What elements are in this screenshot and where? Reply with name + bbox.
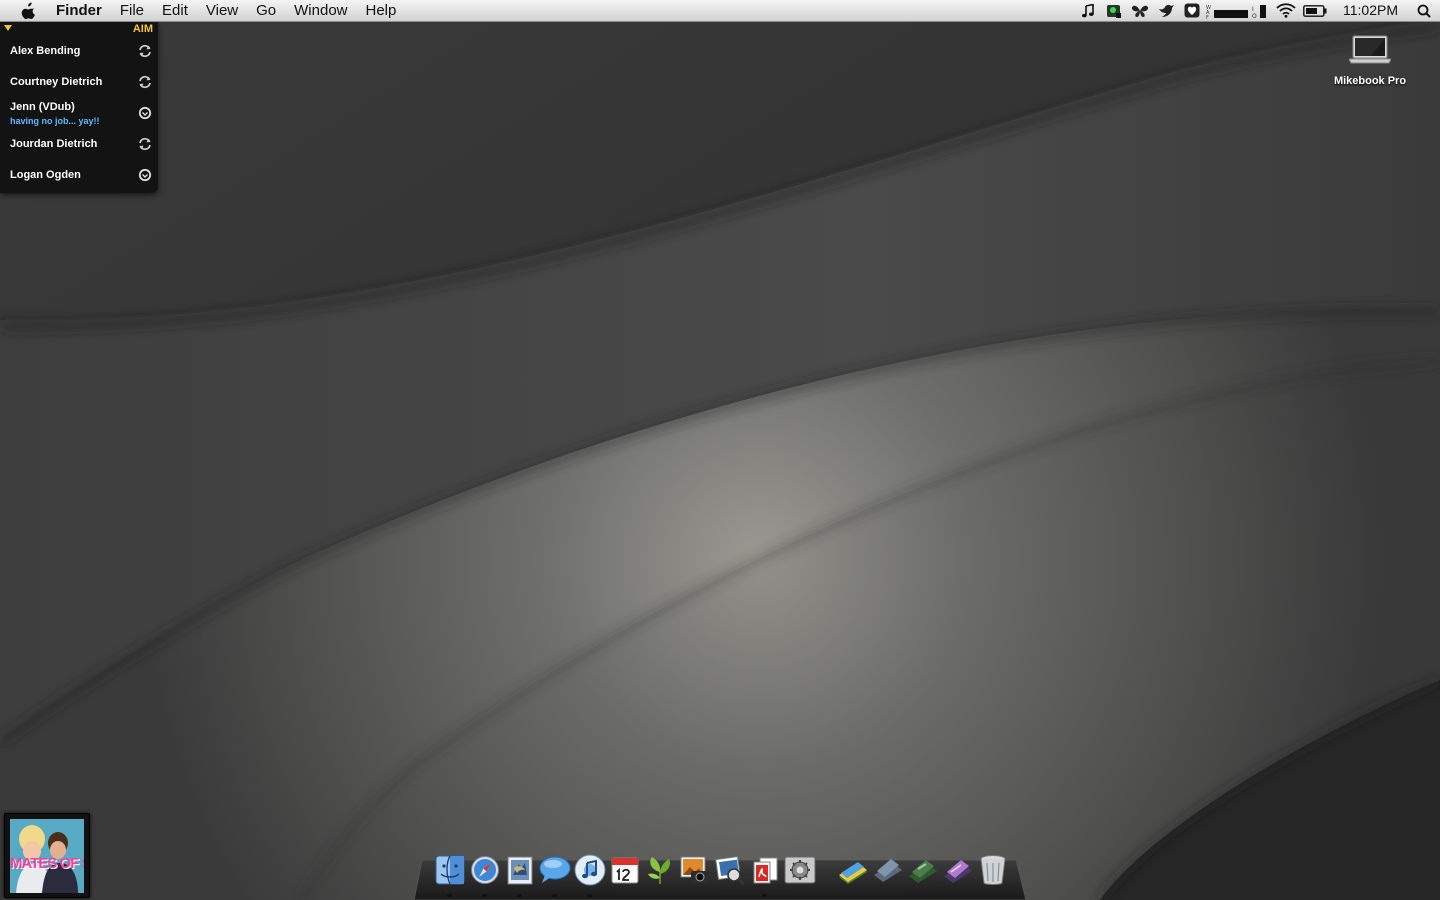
dock-safari[interactable] (467, 852, 502, 897)
svg-text:O: O (1252, 13, 1257, 19)
wifi-icon[interactable] (1273, 0, 1299, 21)
battery-icon[interactable] (1299, 0, 1331, 21)
applications-stack-icon (873, 859, 902, 882)
dock-leaf-app[interactable] (642, 852, 677, 888)
laptop-icon (1348, 35, 1392, 64)
dock-documents-stack[interactable] (835, 852, 870, 888)
dock-pdf-app[interactable] (747, 852, 782, 897)
aim-buddy-list: AIM Alex Bending Courtney Dietrich Jenn … (0, 22, 158, 193)
bird-icon[interactable] (1153, 0, 1179, 21)
menu-view[interactable]: View (206, 0, 250, 21)
idle-refresh-icon (139, 75, 151, 89)
iphoto-icon (680, 856, 709, 883)
desktop: Finder File Edit View Go Window Help W A… (0, 0, 1440, 900)
apple-menu-icon[interactable] (0, 2, 56, 20)
menu-finder[interactable]: Finder (56, 0, 114, 21)
wallpaper (0, 0, 1440, 900)
menu-help[interactable]: Help (366, 0, 409, 21)
dock-finder[interactable] (432, 852, 467, 897)
aim-buddy-name: Jourdan Dietrich (10, 138, 98, 150)
system-preferences-icon (784, 856, 815, 884)
preview-icon (714, 856, 745, 885)
desktop-item-label: Mikebook Pro (1333, 75, 1407, 87)
running-indicator (517, 894, 522, 897)
mail-icon (507, 856, 532, 885)
running-indicator (552, 894, 557, 897)
album-art-text: MATES OF STATE (10, 855, 84, 872)
safari-icon (470, 856, 499, 884)
aim-buddy-name: Jenn (VDub) (10, 101, 75, 113)
aim-buddy-name: Alex Bending (10, 45, 81, 57)
dock-iphoto[interactable] (677, 852, 712, 888)
aim-buddy-status-message: having no job... yay!! (10, 116, 100, 126)
aim-buddy-name: Logan Ogden (10, 169, 81, 181)
pdf-icon (753, 857, 777, 884)
aim-buddy-row[interactable]: Courtney Dietrich (0, 67, 158, 98)
spotlight-search-icon[interactable] (1408, 0, 1440, 21)
dock-applications-stack[interactable] (870, 852, 905, 888)
memory-meter-icon[interactable]: WAF (1205, 0, 1251, 21)
menu-file[interactable]: File (120, 0, 156, 21)
documents-stack-icon (838, 862, 867, 884)
dock-itunes[interactable] (572, 852, 607, 897)
aim-buddy-row[interactable]: Jourdan Dietrich (0, 129, 158, 160)
idle-refresh-icon (139, 137, 151, 151)
aim-collapse-toggle-icon[interactable] (4, 25, 12, 31)
ichat-icon (539, 856, 570, 883)
dock-downloads-stack[interactable] (905, 852, 940, 888)
menu-bar: Finder File Edit View Go Window Help W A… (0, 0, 1440, 22)
itunes-note-icon[interactable] (1075, 0, 1101, 21)
svg-text:F: F (1206, 15, 1209, 19)
running-indicator (447, 894, 452, 897)
menu-go[interactable]: Go (256, 0, 288, 21)
aim-buddy-row[interactable]: Logan Ogden (0, 160, 158, 191)
desktop-item-mikebook-pro[interactable]: Mikebook Pro (1320, 34, 1420, 87)
aim-buddy-row[interactable]: Jenn (VDub) having no job... yay!! (0, 98, 158, 129)
aim-header: AIM (0, 22, 158, 36)
itunes-icon (574, 854, 605, 886)
running-indicator (587, 894, 592, 897)
menu-window[interactable]: Window (294, 0, 359, 21)
leaf-icon (647, 857, 670, 884)
online-status-icon (138, 106, 152, 120)
dock-trash[interactable] (975, 852, 1010, 888)
downloads-stack-icon (908, 860, 937, 883)
album-art-image: MATES OF STATE (10, 819, 84, 893)
aim-buddy-name: Courtney Dietrich (10, 76, 103, 88)
finder-icon (435, 855, 464, 885)
menu-clock[interactable]: 11:02PM (1331, 0, 1408, 21)
running-indicator (762, 894, 767, 897)
menu-edit[interactable]: Edit (162, 0, 200, 21)
butterfly-icon[interactable] (1127, 0, 1153, 21)
dock-pictures-stack[interactable] (940, 852, 975, 888)
growl-icon[interactable] (1101, 0, 1127, 21)
aim-buddy-row[interactable]: Alex Bending (0, 36, 158, 67)
dock-ichat[interactable] (537, 852, 572, 897)
dock-ical[interactable] (607, 852, 642, 888)
dock-system-preferences[interactable] (782, 852, 817, 888)
running-indicator (482, 894, 487, 897)
cpu-meter-icon[interactable]: IO (1251, 0, 1273, 21)
ical-icon (611, 857, 638, 884)
aim-title: AIM (132, 23, 153, 35)
idle-refresh-icon (139, 44, 151, 58)
pictures-stack-icon (943, 860, 972, 883)
album-artwork-widget[interactable]: MATES OF STATE (4, 813, 90, 898)
svg-text:I: I (1252, 6, 1254, 13)
heart-icon[interactable] (1179, 0, 1205, 21)
online-status-icon (138, 168, 152, 182)
dock-preview[interactable] (712, 852, 747, 888)
dock (432, 850, 1010, 897)
dock-mail[interactable] (502, 852, 537, 897)
trash-icon (980, 855, 1005, 885)
